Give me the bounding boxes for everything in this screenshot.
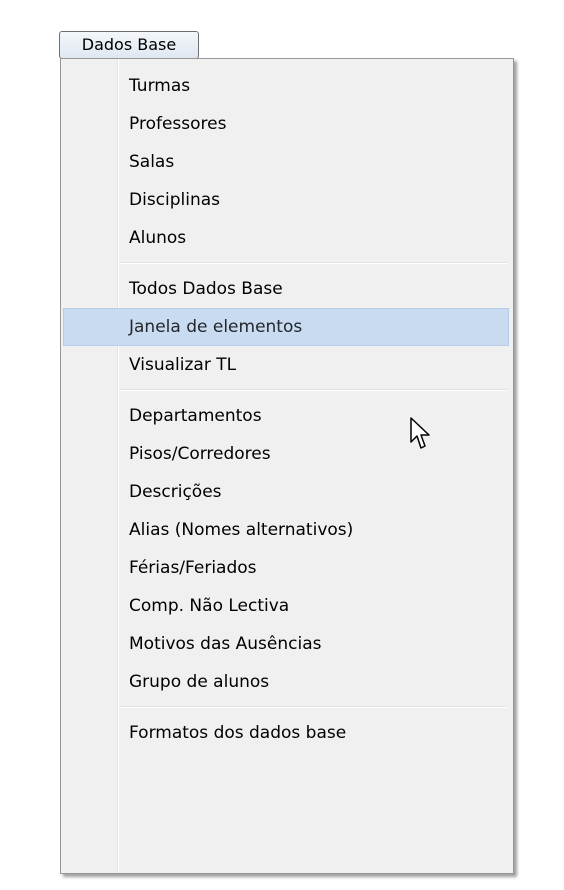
menu-separator xyxy=(119,262,507,264)
menu-item-janela-de-elementos[interactable]: Janela de elementos xyxy=(63,308,509,346)
menu-item-alunos[interactable]: Alunos xyxy=(63,219,509,257)
menu-separator xyxy=(119,389,507,391)
menu-item-departamentos[interactable]: Departamentos xyxy=(63,397,509,435)
menu-item-grupo-de-alunos[interactable]: Grupo de alunos xyxy=(63,663,509,701)
mouse-pointer-icon xyxy=(410,417,430,449)
menu-item-turmas[interactable]: Turmas xyxy=(63,67,509,105)
menu-item-formatos-dos-dados-base[interactable]: Formatos dos dados base xyxy=(63,714,509,752)
dados-base-dropdown-menu: Turmas Professores Salas Disciplinas Alunos T… xyxy=(60,58,514,874)
menu-item-pisos-corredores[interactable]: Pisos/Corredores xyxy=(63,435,509,473)
menu-item-professores[interactable]: Professores xyxy=(63,105,509,143)
menu-item-motivos-das-ausencias[interactable]: Motivos das Ausências xyxy=(63,625,509,663)
menu-item-descricoes[interactable]: Descrições xyxy=(63,473,509,511)
menu-item-disciplinas[interactable]: Disciplinas xyxy=(63,181,509,219)
menu-item-alias-nomes-alternativos[interactable]: Alias (Nomes alternativos) xyxy=(63,511,509,549)
menu-item-comp-nao-lectiva[interactable]: Comp. Não Lectiva xyxy=(63,587,509,625)
menu-item-ferias-feriados[interactable]: Férias/Feriados xyxy=(63,549,509,587)
menu-item-todos-dados-base[interactable]: Todos Dados Base xyxy=(63,270,509,308)
menu-item-salas[interactable]: Salas xyxy=(63,143,509,181)
menu-item-visualizar-tl[interactable]: Visualizar TL xyxy=(63,346,509,384)
dados-base-menu-button[interactable]: Dados Base xyxy=(59,31,199,59)
screen: Dados Base Turmas Professores Salas Discipl… xyxy=(0,0,564,890)
menu-separator xyxy=(119,706,507,708)
